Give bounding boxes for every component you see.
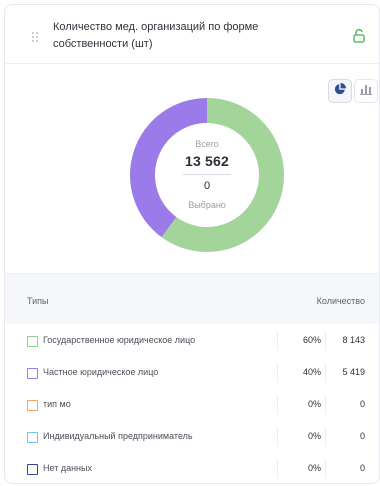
- column-divider: [277, 332, 278, 350]
- legend-checkbox[interactable]: [27, 368, 38, 379]
- selected-value: 0: [203, 180, 211, 192]
- bar-chart-toggle-button[interactable]: [354, 79, 378, 103]
- column-divider: [277, 396, 278, 414]
- widget-card: Количество мед. организаций по форме соб…: [4, 4, 380, 484]
- legend-row[interactable]: Индивидуальный предприниматель 0% 0: [5, 426, 379, 450]
- legend-row[interactable]: тип мо 0% 0: [5, 394, 379, 418]
- column-header-count[interactable]: Количество: [317, 296, 365, 306]
- pie-chart-toggle-button[interactable]: [328, 79, 352, 103]
- legend-row[interactable]: Частное юридическое лицо 40% 5 419: [5, 362, 379, 386]
- column-divider: [277, 460, 278, 478]
- legend-row-percent: 60%: [302, 335, 321, 345]
- legend-row-percent: 40%: [302, 367, 321, 377]
- legend-row-name: Государственное юридическое лицо: [43, 335, 196, 345]
- legend-row-name: Индивидуальный предприниматель: [43, 431, 193, 441]
- legend-row-name: Нет данных: [43, 463, 92, 473]
- column-divider: [277, 428, 278, 446]
- legend-row-count: 0: [359, 399, 365, 409]
- legend-row-percent: 0%: [307, 399, 321, 409]
- legend-checkbox[interactable]: [27, 336, 38, 347]
- legend-row[interactable]: Нет данных 0% 0: [5, 458, 379, 482]
- total-value: 13 562: [184, 153, 230, 169]
- center-divider: [183, 174, 231, 175]
- donut-center: Всего 13 562 0 Выбрано: [129, 97, 285, 253]
- column-divider: [277, 364, 278, 382]
- total-label: Всего: [195, 139, 219, 149]
- legend-row-count: 0: [359, 431, 365, 441]
- unlock-icon[interactable]: [353, 28, 365, 43]
- legend-row-count: 5 419: [342, 367, 365, 377]
- legend-row-percent: 0%: [307, 463, 321, 473]
- selected-label: Выбрано: [188, 200, 226, 210]
- bar-chart-icon: [360, 82, 372, 100]
- legend-row-percent: 0%: [307, 431, 321, 441]
- legend-checkbox[interactable]: [27, 432, 38, 443]
- legend-row-count: 8 143: [342, 335, 365, 345]
- legend-row-name: Частное юридическое лицо: [43, 367, 159, 377]
- pie-chart-icon: [334, 82, 346, 100]
- legend-row-count: 0: [359, 463, 365, 473]
- legend-row-name: тип мо: [43, 399, 71, 409]
- legend-row[interactable]: Государственное юридическое лицо 60% 8 143: [5, 330, 379, 354]
- column-header-types: Типы: [27, 296, 49, 306]
- table-header: Типы Количество: [5, 273, 379, 324]
- legend-checkbox[interactable]: [27, 400, 38, 411]
- legend-checkbox[interactable]: [27, 464, 38, 475]
- widget-header: Количество мед. организаций по форме соб…: [5, 5, 379, 64]
- drag-handle-icon[interactable]: [32, 32, 40, 44]
- widget-title: Количество мед. организаций по форме соб…: [53, 21, 259, 50]
